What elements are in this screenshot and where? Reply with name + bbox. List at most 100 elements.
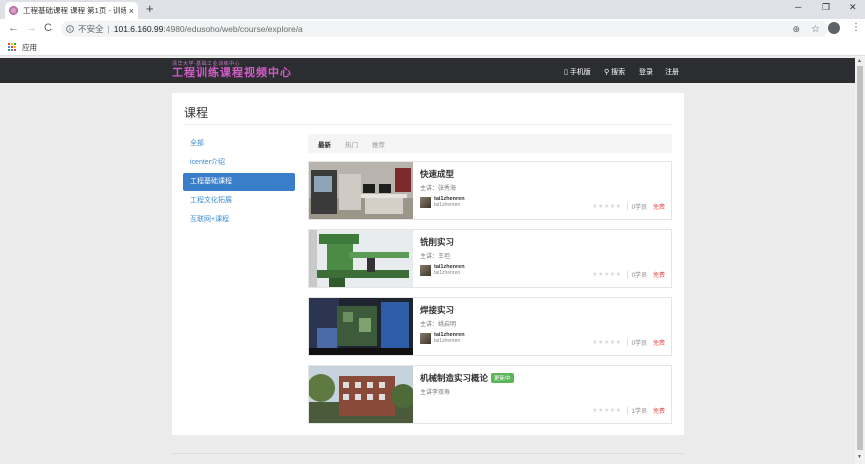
course-author[interactable]: tai1zhenren tai1zhenren — [420, 196, 465, 208]
category-internet-plus[interactable]: 互联网+课程 — [183, 211, 295, 229]
tab-strip: 工程基础课程 课程 第1页 - 训练中 × + ─ ❐ ✕ — [0, 0, 865, 19]
minimize-button[interactable]: ─ — [795, 2, 801, 12]
student-count: 0学员 — [631, 205, 647, 211]
forward-button[interactable]: → — [26, 22, 37, 34]
apps-grid-dot — [11, 43, 13, 45]
course-teacher: 主讲：姚启明 — [420, 322, 457, 328]
category-all[interactable]: 全部 — [183, 135, 295, 153]
meta-divider — [626, 339, 628, 346]
toolbar: ← → C 不安全 | 101.6.160.99 :4980/edusoho/w… — [0, 19, 865, 39]
status-badge: 更新中 — [491, 373, 514, 383]
course-thumbnail[interactable] — [309, 162, 413, 219]
course-author[interactable]: tai1zhenren tai1zhenren — [420, 332, 465, 344]
filter-latest[interactable]: 最新 — [318, 139, 331, 149]
mobile-label: 手机版 — [569, 69, 591, 76]
category-engineering-basics[interactable]: 工程基础课程 — [183, 173, 295, 191]
rating-stars-icon: ★★★★★ — [592, 408, 622, 414]
search-label: 搜索 — [611, 69, 626, 76]
scroll-down-icon[interactable]: ▼ — [857, 454, 862, 460]
bookmarks-bar: 应用 — [0, 39, 865, 56]
meta-divider — [626, 271, 628, 278]
mobile-link[interactable]: ▯ 手机版 — [564, 67, 591, 77]
course-thumbnail[interactable] — [309, 230, 413, 287]
page-viewport: 清华大学·基础工业训练中心 工程训练课程视频中心 ▯ 手机版 ⚲ 搜索 登录 注… — [0, 56, 855, 464]
author-avatar — [420, 332, 431, 344]
student-count: 1学员 — [631, 409, 647, 415]
author-avatar — [420, 196, 431, 208]
course-card[interactable]: 机械制造实习概论 更新中 主讲李双寿 ★★★★★ 1学员 免费 — [308, 365, 672, 424]
page-scrollbar[interactable]: ▲ ▼ — [855, 56, 865, 464]
course-thumbnail[interactable] — [309, 298, 413, 355]
info-icon[interactable] — [66, 25, 74, 33]
category-icenter[interactable]: icenter介绍 — [183, 154, 295, 172]
course-card[interactable]: 快速成型 主讲：张秀海 tai1zhenren tai1zhenren ★★★★… — [308, 161, 672, 220]
rating-stars-icon: ★★★★★ — [592, 272, 622, 278]
course-meta: ★★★★★ 1学员 免费 — [592, 406, 665, 415]
browser-tab[interactable]: 工程基础课程 课程 第1页 - 训练中 × — [5, 2, 138, 19]
apps-grid-dot — [11, 46, 13, 48]
tab-close-icon[interactable]: × — [129, 6, 134, 16]
scroll-up-icon[interactable]: ▲ — [857, 58, 862, 64]
course-card[interactable]: 焊接实习 主讲：姚启明 tai1zhenren tai1zhenren ★★★★… — [308, 297, 672, 356]
address-bar[interactable]: 不安全 | 101.6.160.99 :4980/edusoho/web/cou… — [61, 21, 828, 37]
author-handle: tai1zhenren — [434, 202, 461, 208]
course-teacher: 主讲：张秀海 — [420, 186, 457, 192]
filter-recommended[interactable]: 推荐 — [372, 139, 385, 149]
course-title[interactable]: 机械制造实习概论 更新中 — [420, 372, 514, 384]
apps-grid-dot — [8, 46, 10, 48]
category-sidebar: 全部 icenter介绍 工程基础课程 工程文化拓展 互联网+课程 — [183, 135, 295, 230]
category-engineering-culture[interactable]: 工程文化拓展 — [183, 192, 295, 210]
apps-grid-dot — [11, 49, 13, 51]
scrollbar-thumb[interactable] — [857, 66, 863, 450]
author-avatar — [420, 264, 431, 276]
profile-avatar-icon[interactable] — [828, 22, 840, 34]
security-label: 不安全 — [78, 24, 104, 34]
course-title[interactable]: 铣削实习 — [420, 236, 454, 248]
search-link[interactable]: ⚲ 搜索 — [604, 67, 625, 77]
new-tab-button[interactable]: + — [146, 1, 154, 16]
course-teacher: 主讲李双寿 — [420, 390, 451, 396]
site-favicon-icon — [9, 6, 18, 15]
title-divider — [184, 124, 672, 125]
zoom-icon[interactable]: ⊕ — [792, 24, 800, 35]
course-panel: 课程 全部 icenter介绍 工程基础课程 工程文化拓展 互联网+课程 最新 … — [172, 93, 684, 435]
course-thumbnail[interactable] — [309, 366, 413, 423]
course-card[interactable]: 铣削实习 主讲：王坦 tai1zhenren tai1zhenren ★★★★★… — [308, 229, 672, 288]
rating-stars-icon: ★★★★★ — [592, 340, 622, 346]
course-meta: ★★★★★ 0学员 免费 — [592, 202, 665, 211]
filter-popular[interactable]: 热门 — [345, 139, 358, 149]
apps-grid-dot — [14, 46, 16, 48]
browser-menu-icon[interactable]: ⋮ — [851, 22, 861, 33]
url-host: 101.6.160.99 — [113, 24, 164, 34]
author-handle: tai1zhenren — [434, 338, 461, 344]
course-price: 免费 — [652, 205, 665, 211]
apps-grid-dot — [14, 49, 16, 51]
logo-subtitle: 清华大学·基础工业训练中心 — [172, 61, 241, 67]
course-price: 免费 — [652, 341, 665, 347]
url-separator: | — [107, 24, 110, 34]
close-window-button[interactable]: ✕ — [849, 2, 857, 13]
course-title[interactable]: 焊接实习 — [420, 304, 454, 316]
back-button[interactable]: ← — [8, 22, 19, 34]
page-title: 课程 — [184, 106, 209, 120]
reload-button[interactable]: C — [44, 22, 52, 34]
apps-grid-dot — [14, 43, 16, 45]
course-meta: ★★★★★ 0学员 免费 — [592, 270, 665, 279]
course-price: 免费 — [652, 273, 665, 279]
login-link[interactable]: 登录 — [639, 67, 653, 77]
student-count: 0学员 — [631, 273, 647, 279]
bookmark-star-icon[interactable]: ☆ — [811, 24, 820, 35]
phone-icon: ▯ — [564, 69, 568, 76]
apps-bookmark-label[interactable]: 应用 — [22, 42, 37, 53]
course-author[interactable]: tai1zhenren tai1zhenren — [420, 264, 465, 276]
course-title[interactable]: 快速成型 — [420, 168, 454, 180]
url-path: :4980/edusoho/web/course/explore/a — [163, 24, 303, 34]
student-count: 0学员 — [631, 341, 647, 347]
course-meta: ★★★★★ 0学员 免费 — [592, 338, 665, 347]
site-logo[interactable]: 清华大学·基础工业训练中心 工程训练课程视频中心 — [172, 60, 292, 79]
site-header: 清华大学·基础工业训练中心 工程训练课程视频中心 ▯ 手机版 ⚲ 搜索 登录 注… — [0, 58, 855, 83]
logo-title: 工程训练课程视频中心 — [172, 67, 292, 79]
register-link[interactable]: 注册 — [665, 67, 679, 77]
apps-grid-icon[interactable] — [8, 43, 16, 51]
restore-button[interactable]: ❐ — [822, 2, 830, 13]
